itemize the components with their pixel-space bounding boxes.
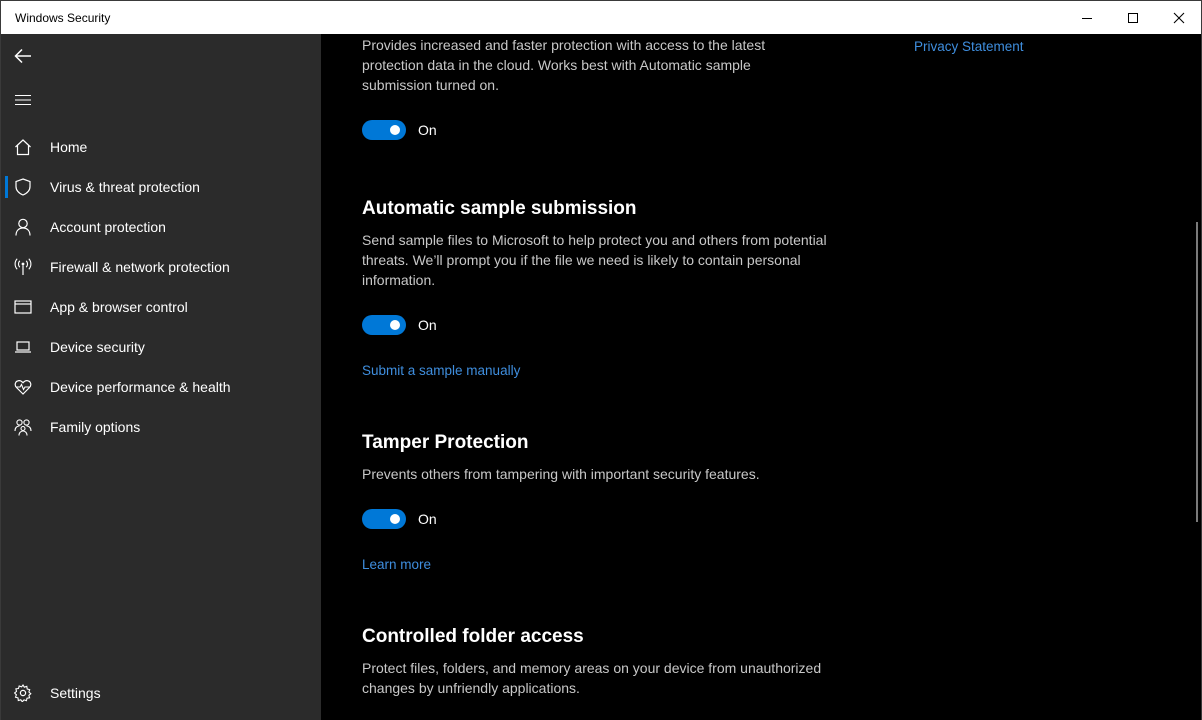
toggle-knob	[390, 320, 400, 330]
close-icon	[1173, 12, 1185, 23]
sidebar-item-label: App & browser control	[50, 299, 188, 315]
browser-window-icon	[13, 298, 33, 316]
sidebar-item-account-protection[interactable]: Account protection	[1, 207, 321, 247]
controlled-folder-access-heading: Controlled folder access	[362, 626, 584, 647]
sidebar-item-label: Firewall & network protection	[50, 259, 230, 275]
back-arrow-icon	[14, 48, 31, 64]
menu-toggle-button[interactable]	[9, 86, 37, 114]
title-bar: Windows Security	[1, 1, 1201, 34]
shield-icon	[13, 178, 33, 196]
sidebar-item-device-security[interactable]: Device security	[1, 327, 321, 367]
heart-pulse-icon	[13, 378, 33, 396]
sidebar-item-settings[interactable]: Settings	[1, 673, 321, 713]
app-window: Windows Security Home Virus & threat pro…	[0, 0, 1202, 720]
learn-more-link[interactable]: Learn more	[362, 557, 431, 572]
privacy-statement-link[interactable]: Privacy Statement	[914, 39, 1024, 54]
sidebar-item-home[interactable]: Home	[1, 127, 321, 167]
sidebar-item-label: Virus & threat protection	[50, 179, 200, 195]
sidebar: Home Virus & threat protection Account p…	[1, 34, 321, 720]
maximize-button[interactable]	[1110, 1, 1156, 34]
minimize-button[interactable]	[1064, 1, 1110, 34]
home-icon	[13, 138, 33, 156]
sidebar-item-label: Account protection	[50, 219, 166, 235]
tamper-protection-heading: Tamper Protection	[362, 432, 529, 453]
sidebar-item-app-browser-control[interactable]: App & browser control	[1, 287, 321, 327]
toggle-knob	[390, 514, 400, 524]
cloud-protection-description: Provides increased and faster protection…	[362, 37, 766, 93]
family-icon	[13, 418, 33, 436]
sidebar-item-device-performance-health[interactable]: Device performance & health	[1, 367, 321, 407]
sample-submission-description: Send sample files to Microsoft to help p…	[362, 232, 827, 288]
sidebar-item-label: Settings	[50, 685, 101, 701]
cloud-protection-toggle-state: On	[418, 122, 437, 138]
antenna-icon	[13, 258, 33, 276]
sidebar-item-family-options[interactable]: Family options	[1, 407, 321, 447]
controlled-folder-access-description: Protect files, folders, and memory areas…	[362, 660, 822, 696]
sample-submission-toggle-state: On	[418, 317, 437, 333]
cloud-protection-toggle[interactable]	[362, 120, 406, 140]
toggle-knob	[390, 125, 400, 135]
sidebar-item-firewall-network[interactable]: Firewall & network protection	[1, 247, 321, 287]
submit-sample-manually-link[interactable]: Submit a sample manually	[362, 363, 520, 378]
sidebar-item-label: Device performance & health	[50, 379, 231, 395]
main-content: Privacy Statement Provides increased and…	[321, 34, 1201, 720]
sidebar-item-label: Home	[50, 139, 88, 155]
gear-icon	[13, 684, 33, 702]
window-title: Windows Security	[15, 11, 111, 25]
sidebar-item-label: Family options	[50, 419, 141, 435]
sidebar-item-virus-threat-protection[interactable]: Virus & threat protection	[1, 167, 321, 207]
sample-submission-heading: Automatic sample submission	[362, 198, 637, 219]
scrollbar-thumb[interactable]	[1196, 222, 1198, 522]
minimize-icon	[1082, 17, 1092, 19]
back-button[interactable]	[9, 42, 37, 70]
close-button[interactable]	[1156, 1, 1202, 34]
sample-submission-toggle[interactable]	[362, 315, 406, 335]
laptop-icon	[13, 338, 33, 356]
tamper-protection-toggle-state: On	[418, 511, 437, 527]
active-indicator	[5, 176, 8, 198]
maximize-icon	[1128, 12, 1138, 23]
sidebar-item-label: Device security	[50, 339, 145, 355]
tamper-protection-toggle[interactable]	[362, 509, 406, 529]
person-icon	[13, 218, 33, 236]
tamper-protection-description: Prevents others from tampering with impo…	[362, 466, 760, 482]
hamburger-icon	[15, 95, 31, 105]
